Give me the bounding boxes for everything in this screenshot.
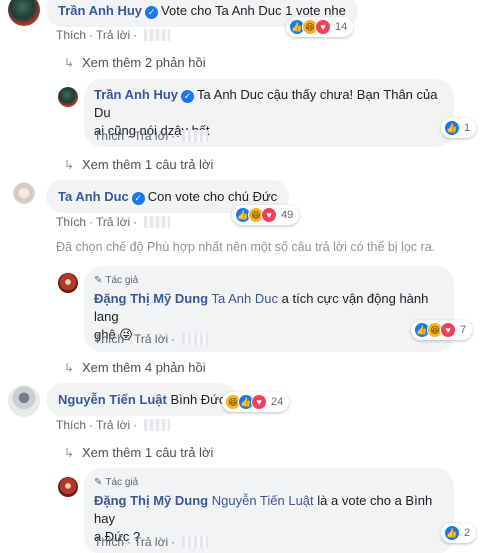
timestamp-blurred — [182, 333, 209, 345]
comment-actions: Thích · Trả lời · — [94, 331, 209, 347]
reaction-summary[interactable]: 👍 😆 ♥ 7 — [411, 320, 473, 340]
like-icon: 👍 — [444, 525, 460, 541]
like-link[interactable]: Thích — [94, 129, 124, 143]
reply-arrow-icon: ↳ — [64, 158, 75, 172]
mention-link[interactable]: Ta Anh Duc — [212, 291, 279, 306]
reaction-count: 1 — [464, 122, 471, 134]
commenter-name[interactable]: Trần Anh Huy — [58, 3, 142, 18]
mention-link[interactable]: Nguyễn Tiến Luật — [212, 493, 314, 508]
reaction-count: 24 — [271, 396, 284, 408]
timestamp-blurred — [144, 419, 171, 431]
reply-link[interactable]: Trả lời — [96, 418, 130, 432]
love-icon: ♥ — [315, 19, 331, 35]
comment-actions: Thích · Trả lời · — [56, 27, 171, 43]
see-more-label: Xem thêm 4 phản hồi — [82, 360, 206, 375]
comment-actions: Thích · Trả lời · — [56, 214, 171, 230]
see-more-replies[interactable]: ↳ Xem thêm 1 câu trả lời — [64, 157, 213, 173]
commenter-name[interactable]: Đặng Thị Mỹ Dung — [94, 291, 208, 306]
comment-actions: Thích · Trả lời · — [94, 534, 209, 550]
commenter-name[interactable]: Ta Anh Duc — [58, 189, 129, 204]
reply-link[interactable]: Trả lời — [96, 215, 130, 229]
reply-link[interactable]: Trả lời — [134, 535, 168, 549]
commenter-name[interactable]: Đặng Thị Mỹ Dung — [94, 493, 208, 508]
reaction-summary[interactable]: 👍 1 — [441, 118, 477, 138]
avatar[interactable] — [8, 0, 40, 26]
comment-actions: Thích · Trả lời · — [94, 128, 209, 144]
reaction-summary[interactable]: 😆 👍 ♥ 24 — [222, 392, 290, 412]
like-link[interactable]: Thích — [94, 535, 124, 549]
reaction-summary[interactable]: 👍 2 — [441, 523, 477, 543]
reaction-summary[interactable]: 👍 😆 ♥ 49 — [232, 205, 300, 225]
love-icon: ♥ — [251, 394, 267, 410]
filter-notice: Đã chọn chế độ Phù hợp nhất nên một số c… — [56, 240, 436, 254]
timestamp-blurred — [182, 130, 209, 142]
avatar[interactable] — [8, 182, 40, 214]
comment-text: Bình Đức — [170, 392, 226, 407]
pen-icon: ✎ — [94, 275, 103, 286]
comment-text: Con vote cho chú Đức — [147, 189, 278, 204]
timestamp-blurred — [144, 29, 171, 41]
like-link[interactable]: Thích — [56, 28, 86, 42]
verified-badge-icon: ✓ — [181, 90, 195, 103]
reply-arrow-icon: ↳ — [64, 56, 75, 70]
reaction-count: 49 — [281, 209, 294, 221]
comment-actions: Thích · Trả lời · — [56, 417, 171, 433]
reaction-count: 7 — [460, 324, 467, 336]
reaction-summary[interactable]: 👍 😆 ♥ 14 — [286, 17, 354, 37]
like-link[interactable]: Thích — [56, 418, 86, 432]
verified-badge-icon: ✓ — [131, 192, 145, 205]
reply-arrow-icon: ↳ — [64, 446, 75, 460]
avatar[interactable] — [58, 87, 78, 107]
timestamp-blurred — [182, 536, 209, 548]
pen-icon: ✎ — [94, 477, 103, 488]
like-link[interactable]: Thích — [56, 215, 86, 229]
timestamp-blurred — [144, 216, 171, 228]
love-icon: ♥ — [440, 322, 456, 338]
see-more-label: Xem thêm 2 phản hồi — [82, 55, 206, 70]
reply-link[interactable]: Trả lời — [134, 129, 168, 143]
verified-badge-icon: ✓ — [145, 6, 159, 19]
reaction-count: 14 — [335, 21, 348, 33]
commenter-name[interactable]: Nguyễn Tiến Luật — [58, 392, 167, 407]
reaction-count: 2 — [464, 527, 471, 539]
see-more-replies[interactable]: ↳ Xem thêm 1 câu trả lời — [64, 445, 213, 461]
reply-link[interactable]: Trả lời — [96, 28, 130, 42]
avatar[interactable] — [58, 273, 78, 293]
author-tag: ✎ Tác giả — [94, 477, 139, 488]
see-more-label: Xem thêm 1 câu trả lời — [82, 445, 214, 460]
avatar[interactable] — [8, 385, 40, 417]
comment-bubble: Nguyễn Tiến Luật Bình Đức — [46, 383, 238, 416]
like-link[interactable]: Thích — [94, 332, 124, 346]
reply-arrow-icon: ↳ — [64, 361, 75, 375]
avatar[interactable] — [58, 477, 78, 497]
commenter-name[interactable]: Trần Anh Huy — [94, 87, 178, 102]
see-more-replies[interactable]: ↳ Xem thêm 2 phản hồi — [64, 55, 206, 71]
reply-link[interactable]: Trả lời — [134, 332, 168, 346]
author-tag: ✎ Tác giả — [94, 275, 139, 286]
love-icon: ♥ — [261, 207, 277, 223]
see-more-replies[interactable]: ↳ Xem thêm 4 phản hồi — [64, 360, 206, 376]
like-icon: 👍 — [444, 120, 460, 136]
comment-text: Vote cho Ta Anh Duc 1 vote nhe — [161, 3, 346, 18]
see-more-label: Xem thêm 1 câu trả lời — [82, 157, 214, 172]
